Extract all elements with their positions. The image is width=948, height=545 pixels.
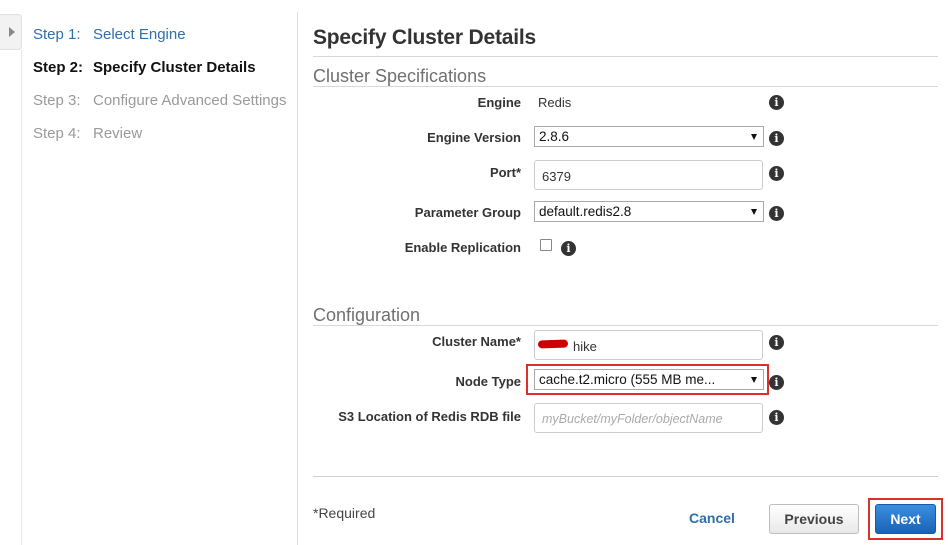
cancel-button[interactable]: Cancel xyxy=(689,510,735,526)
title-divider xyxy=(313,56,938,57)
sidebar-collapse-toggle[interactable] xyxy=(0,14,22,50)
step-number: Step 3: xyxy=(33,92,81,109)
enable-replication-label: Enable Replication xyxy=(404,240,521,255)
footer-divider xyxy=(313,476,938,477)
node-type-label: Node Type xyxy=(455,374,522,389)
node-type-selected-value: cache.t2.micro (555 MB me... xyxy=(539,372,716,387)
section-title-configuration: Configuration xyxy=(313,305,421,325)
port-input[interactable]: 6379 xyxy=(534,160,763,190)
step-number: Step 4: xyxy=(33,125,81,142)
engine-version-label: Engine Version xyxy=(427,130,521,145)
section-title-cluster-specifications: Cluster Specifications xyxy=(313,66,487,86)
info-icon[interactable]: i xyxy=(769,131,784,146)
dropdown-arrow-icon xyxy=(751,134,757,140)
step-specify-cluster-details: Step 2: Specify Cluster Details xyxy=(33,59,256,76)
required-note: *Required xyxy=(313,505,376,521)
enable-replication-checkbox[interactable] xyxy=(540,239,552,251)
engine-version-selected-value: 2.8.6 xyxy=(539,129,570,144)
step-review: Step 4: Review xyxy=(33,125,142,142)
cluster-name-input[interactable]: hike xyxy=(534,330,763,360)
info-icon[interactable]: i xyxy=(769,206,784,221)
info-icon[interactable]: i xyxy=(769,375,784,390)
engine-label: Engine xyxy=(477,95,521,110)
engine-value: Redis xyxy=(538,95,572,110)
dropdown-arrow-icon xyxy=(751,377,757,383)
section-divider xyxy=(313,86,938,87)
chevron-right-icon xyxy=(9,27,15,37)
s3-location-input[interactable]: myBucket/myFolder/objectName xyxy=(534,403,763,433)
info-icon[interactable]: i xyxy=(769,95,784,110)
step-label: Specify Cluster Details xyxy=(93,59,256,76)
parameter-group-selected-value: default.redis2.8 xyxy=(539,204,632,219)
info-icon[interactable]: i xyxy=(769,410,784,425)
dropdown-arrow-icon xyxy=(751,209,757,215)
cluster-name-label: Cluster Name* xyxy=(432,334,521,349)
redaction-mark xyxy=(537,339,569,349)
step-label: Select Engine xyxy=(93,26,186,43)
step-configure-advanced-settings: Step 3: Configure Advanced Settings xyxy=(33,92,286,109)
info-icon[interactable]: i xyxy=(561,241,576,256)
next-button[interactable]: Next xyxy=(875,504,936,534)
engine-version-select[interactable]: 2.8.6 xyxy=(534,126,764,147)
info-icon[interactable]: i xyxy=(769,335,784,350)
parameter-group-label: Parameter Group xyxy=(414,205,521,220)
page-title: Specify Cluster Details xyxy=(313,26,536,49)
step-select-engine[interactable]: Step 1: Select Engine xyxy=(33,26,186,43)
section-divider xyxy=(313,325,938,326)
parameter-group-select[interactable]: default.redis2.8 xyxy=(534,201,764,222)
sidebar-edge xyxy=(21,50,22,545)
step-label: Configure Advanced Settings xyxy=(93,92,287,109)
s3-location-label: S3 Location of Redis RDB file xyxy=(338,409,521,424)
step-number: Step 1: xyxy=(33,26,81,43)
port-label: Port* xyxy=(489,165,521,180)
info-icon[interactable]: i xyxy=(769,166,784,181)
previous-button[interactable]: Previous xyxy=(769,504,859,534)
content-divider xyxy=(297,12,298,545)
step-label: Review xyxy=(93,125,143,142)
node-type-select[interactable]: cache.t2.micro (555 MB me... xyxy=(534,369,764,390)
step-number: Step 2: xyxy=(33,59,84,76)
